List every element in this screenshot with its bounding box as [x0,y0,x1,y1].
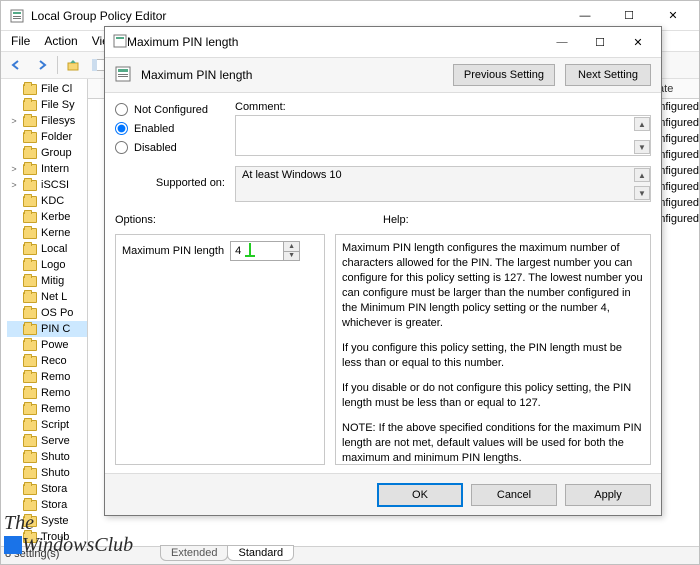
dialog-titlebar: Maximum PIN length — ☐ ✕ [105,27,661,57]
help-text-1: Maximum PIN length configures the maximu… [342,241,644,331]
detail-tabs: Extended Standard [160,545,293,561]
max-pin-length-input[interactable]: 4 ▲▼ [230,241,300,261]
tree-item[interactable]: Folder [7,129,87,145]
main-title: Local Group Policy Editor [31,9,563,23]
tree-item[interactable]: Syste [7,513,87,529]
tree-item[interactable]: Remo [7,385,87,401]
menu-file[interactable]: File [5,32,36,50]
radio-not-configured[interactable]: Not Configured [115,103,225,116]
dialog-close-button[interactable]: ✕ [619,28,657,56]
dialog-maximize-button[interactable]: ☐ [581,28,619,56]
tree-item[interactable]: PIN C [7,321,87,337]
options-panel: Maximum PIN length 4 ▲▼ [115,234,325,465]
state-radio-group: Not Configured Enabled Disabled [115,101,225,156]
tree-item[interactable]: >Filesys [7,113,87,129]
tree-item[interactable]: >Intern [7,161,87,177]
tree-item[interactable]: Remo [7,369,87,385]
dialog-minimize-button[interactable]: — [543,28,581,56]
help-text-4: NOTE: If the above specified conditions … [342,421,644,465]
dialog-footer: OK Cancel Apply [105,473,661,515]
back-button[interactable] [5,54,27,76]
tab-standard[interactable]: Standard [227,545,294,561]
tree-item[interactable]: Stora [7,497,87,513]
tree-item[interactable]: Remo [7,401,87,417]
apply-button[interactable]: Apply [565,484,651,506]
policy-name-label: Maximum PIN length [141,68,443,82]
tree-item[interactable]: KDC [7,193,87,209]
previous-setting-button[interactable]: Previous Setting [453,64,555,86]
option-field-label: Maximum PIN length [122,245,224,257]
tree-item[interactable]: Net L [7,289,87,305]
spinner-arrows[interactable]: ▲▼ [283,242,299,260]
tree-item[interactable]: Shuto [7,449,87,465]
policy-dialog: Maximum PIN length — ☐ ✕ Maximum PIN len… [104,26,662,516]
supported-on-box: At least Windows 10 ▲▼ [235,166,651,202]
tree-item[interactable]: Script [7,417,87,433]
dialog-header: Maximum PIN length Previous Setting Next… [105,57,661,93]
tree-item[interactable]: Group [7,145,87,161]
menu-action[interactable]: Action [38,32,83,50]
tree-item[interactable]: Truste [7,545,87,546]
tree-item[interactable]: File Sy [7,97,87,113]
tree-item[interactable]: Kerne [7,225,87,241]
help-text-3: If you disable or do not configure this … [342,381,644,411]
tab-extended[interactable]: Extended [160,545,228,561]
tree-item[interactable]: Powe [7,337,87,353]
radio-enabled[interactable]: Enabled [115,122,225,135]
statusbar: 8 setting(s) [1,546,699,564]
policy-icon [115,66,131,85]
tree-item[interactable]: Logo [7,257,87,273]
tree-item[interactable]: Shuto [7,465,87,481]
tree-item[interactable]: >iSCSI [7,177,87,193]
dialog-icon [113,34,127,51]
supported-on-value: At least Windows 10 [242,169,342,181]
help-label: Help: [383,214,651,226]
supported-on-label: Supported on: [115,177,225,189]
tree-item[interactable]: Stora [7,481,87,497]
tree-item[interactable]: Mitig [7,273,87,289]
comment-textarea[interactable]: ▲▼ [235,115,651,156]
forward-button[interactable] [31,54,53,76]
ok-button[interactable]: OK [377,483,463,507]
tree-item[interactable]: Reco [7,353,87,369]
tree-item[interactable]: File Cl [7,81,87,97]
help-text-2: If you configure this policy setting, th… [342,341,644,371]
tree-item[interactable]: Local [7,241,87,257]
options-label: Options: [115,214,383,226]
comment-label: Comment: [235,101,651,113]
cancel-button[interactable]: Cancel [471,484,557,506]
tree-item[interactable]: Kerbe [7,209,87,225]
app-icon [9,8,25,24]
help-panel: Maximum PIN length configures the maximu… [335,234,651,465]
up-button[interactable] [62,54,84,76]
radio-disabled[interactable]: Disabled [115,141,225,154]
tree-item[interactable]: Troub [7,529,87,545]
dialog-title: Maximum PIN length [127,35,543,49]
tree-item[interactable]: OS Po [7,305,87,321]
next-setting-button[interactable]: Next Setting [565,64,651,86]
tree-pane[interactable]: File ClFile Sy>FilesysFolderGroup>Intern… [1,79,88,546]
tree-item[interactable]: Serve [7,433,87,449]
